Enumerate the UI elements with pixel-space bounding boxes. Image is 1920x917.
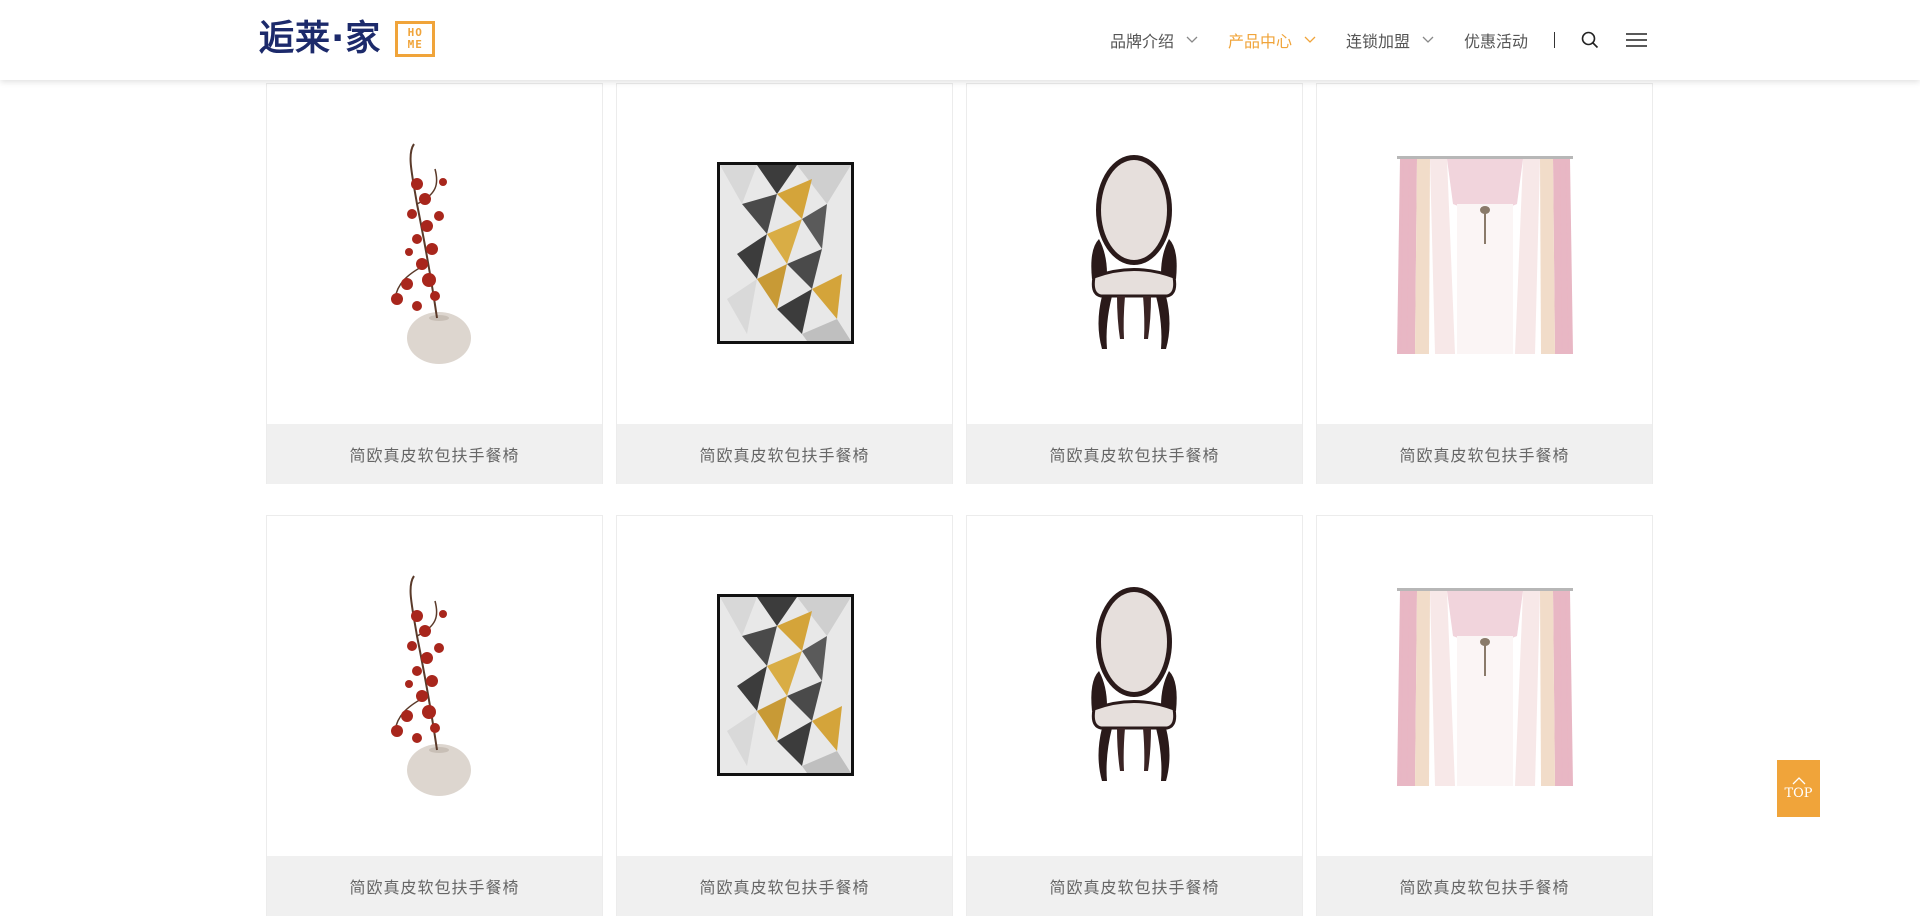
product-image[interactable] [267, 84, 602, 424]
plum-blossom-vase-image [391, 143, 471, 364]
main-nav: 品牌介绍 产品中心 连锁加盟 优惠活动 [1110, 0, 1647, 80]
geometric-wall-art-image [717, 162, 854, 344]
nav-item-products[interactable]: 产品中心 [1228, 28, 1316, 52]
site-header: 逅莱·家 HO ME 品牌介绍 产品中心 连锁加盟 优惠活动 [0, 0, 1920, 80]
pink-curtains-image [1397, 156, 1573, 354]
product-title[interactable]: 简欧真皮软包扶手餐椅 [1317, 424, 1652, 484]
brand-logo[interactable]: 逅莱·家 HO ME [259, 19, 436, 59]
nav-item-brand[interactable]: 品牌介绍 [1110, 28, 1198, 52]
product-image[interactable] [1317, 84, 1652, 424]
nav-label: 品牌介绍 [1110, 32, 1175, 51]
product-card[interactable]: 简欧真皮软包扶手餐椅 [1316, 515, 1653, 916]
product-image[interactable] [967, 516, 1302, 856]
product-card[interactable]: 简欧真皮软包扶手餐椅 [966, 83, 1303, 484]
product-card[interactable]: 简欧真皮软包扶手餐椅 [266, 83, 603, 484]
product-title[interactable]: 简欧真皮软包扶手餐椅 [967, 424, 1302, 484]
nav-label: 产品中心 [1228, 32, 1293, 51]
plum-blossom-vase-image [391, 575, 471, 796]
product-title[interactable]: 简欧真皮软包扶手餐椅 [967, 856, 1302, 916]
brand-name: 逅莱·家 [259, 19, 382, 59]
product-card[interactable]: 简欧真皮软包扶手餐椅 [266, 515, 603, 916]
product-card[interactable]: 简欧真皮软包扶手餐椅 [616, 83, 953, 484]
product-card[interactable]: 简欧真皮软包扶手餐椅 [966, 515, 1303, 916]
search-button[interactable] [1579, 29, 1601, 51]
nav-item-promotions[interactable]: 优惠活动 [1464, 28, 1528, 52]
oval-back-chair-image [1091, 587, 1177, 781]
pink-curtains-image [1397, 588, 1573, 786]
home-badge-icon: HO ME [395, 21, 436, 57]
nav-separator [1554, 32, 1556, 48]
chevron-up-icon [1792, 776, 1805, 784]
product-image[interactable] [267, 516, 602, 856]
product-image[interactable] [967, 84, 1302, 424]
nav-label: 连锁加盟 [1346, 32, 1411, 51]
product-title[interactable]: 简欧真皮软包扶手餐椅 [267, 856, 602, 916]
back-to-top-label: TOP [1784, 785, 1813, 801]
badge-bottom-text: ME [407, 38, 423, 51]
oval-back-chair-image [1091, 155, 1177, 349]
chevron-down-icon [1422, 36, 1434, 43]
product-image[interactable] [617, 84, 952, 424]
product-image[interactable] [1317, 516, 1652, 856]
search-icon [1581, 31, 1599, 49]
product-title[interactable]: 简欧真皮软包扶手餐椅 [617, 424, 952, 484]
product-card[interactable]: 简欧真皮软包扶手餐椅 [616, 515, 953, 916]
menu-button[interactable] [1625, 29, 1647, 51]
geometric-wall-art-image [717, 594, 854, 776]
product-title[interactable]: 简欧真皮软包扶手餐椅 [1317, 856, 1652, 916]
product-title[interactable]: 简欧真皮软包扶手餐椅 [267, 424, 602, 484]
nav-item-franchise[interactable]: 连锁加盟 [1346, 28, 1434, 52]
back-to-top-button[interactable]: TOP [1777, 760, 1820, 817]
chevron-down-icon [1304, 36, 1316, 43]
product-title[interactable]: 简欧真皮软包扶手餐椅 [617, 856, 952, 916]
hamburger-menu-icon [1625, 33, 1647, 47]
nav-label: 优惠活动 [1464, 32, 1529, 51]
product-image[interactable] [617, 516, 952, 856]
chevron-down-icon [1186, 36, 1198, 43]
product-card[interactable]: 简欧真皮软包扶手餐椅 [1316, 83, 1653, 484]
